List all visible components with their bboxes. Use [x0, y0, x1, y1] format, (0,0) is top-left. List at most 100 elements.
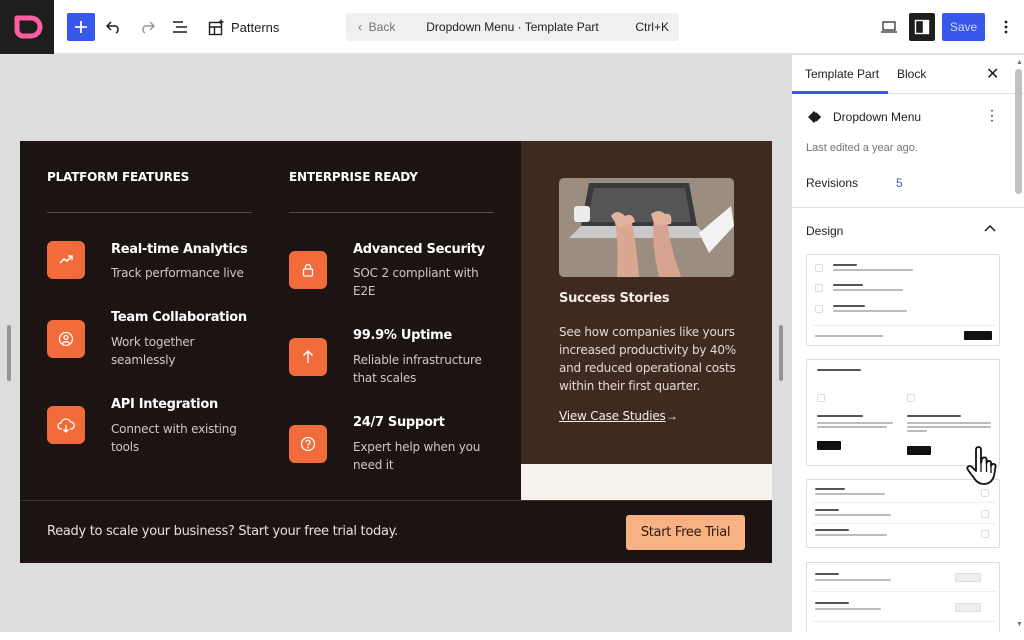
revisions-label[interactable]: Revisions — [806, 176, 858, 190]
feature-title[interactable]: Real-time Analytics — [111, 242, 248, 257]
feature-title[interactable]: API Integration — [111, 397, 218, 412]
pattern-preview-4[interactable] — [806, 562, 1000, 632]
column-divider — [289, 212, 494, 213]
panel-divider — [792, 207, 1024, 208]
pattern-button — [817, 441, 841, 450]
template-part-icon — [808, 111, 822, 123]
patterns-button[interactable]: Patterns — [208, 13, 280, 41]
pattern-preview-1[interactable] — [806, 254, 1000, 346]
feature-title[interactable]: Team Collaboration — [111, 310, 247, 325]
pattern-line — [907, 430, 927, 432]
tab-template-part[interactable]: Template Part — [805, 67, 879, 81]
document-title: Dropdown Menu · Template Part — [426, 20, 599, 34]
active-tab-indicator — [792, 91, 888, 94]
revisions-count[interactable]: 5 — [896, 176, 903, 190]
command-center[interactable]: ‹ Back Dropdown Menu · Template Part Ctr… — [346, 13, 679, 41]
feature-title[interactable]: Advanced Security — [353, 242, 485, 257]
pattern-line — [815, 488, 845, 490]
feature-desc: Connect with existing tools — [111, 422, 237, 454]
pattern-divider — [813, 325, 995, 326]
site-logo[interactable] — [0, 0, 54, 54]
settings-toggle-button[interactable] — [909, 13, 935, 41]
scroll-up-icon[interactable]: ▲ — [1016, 59, 1023, 66]
pattern-button — [964, 331, 992, 340]
pattern-line — [815, 534, 887, 536]
pattern-line — [833, 289, 903, 291]
editor-toolbar: Patterns ‹ Back Dropdown Menu · Template… — [0, 0, 1024, 54]
laptop-photo — [559, 178, 734, 277]
trend-up-icon — [47, 241, 85, 279]
start-free-trial-button[interactable]: Start Free Trial — [626, 515, 745, 550]
save-button[interactable]: Save — [942, 13, 985, 41]
pattern-icon — [817, 394, 825, 402]
undo-icon — [106, 21, 119, 34]
cloud-icon — [47, 406, 85, 444]
pattern-divider — [813, 621, 995, 622]
cream-spacer — [521, 464, 772, 500]
view-case-studies-link[interactable]: View Case Studies — [559, 409, 666, 423]
pattern-button — [955, 573, 981, 582]
pattern-line — [833, 269, 913, 271]
pattern-button — [955, 603, 981, 612]
resize-handle-left[interactable] — [7, 325, 11, 381]
site-logo-icon — [14, 15, 43, 39]
options-menu-button[interactable] — [996, 13, 1016, 41]
arrow-right-icon: → — [666, 409, 678, 423]
pattern-line — [815, 509, 839, 511]
feature-title[interactable]: 24/7 Support — [353, 415, 445, 430]
pattern-divider — [813, 591, 995, 592]
pattern-line — [817, 426, 887, 428]
pattern-divider — [813, 523, 995, 524]
resize-handle-right[interactable] — [779, 325, 783, 381]
design-panel-title[interactable]: Design — [806, 224, 843, 238]
tab-block[interactable]: Block — [897, 67, 926, 81]
more-vertical-icon — [1004, 20, 1008, 34]
dropdown-menu-template[interactable]: PLATFORM FEATURES Real-time Analytics Tr… — [20, 141, 772, 563]
add-block-button[interactable] — [67, 13, 95, 41]
plus-icon — [75, 21, 87, 33]
settings-sidebar: Template Part Block ✕ Dropdown Menu ⋮ La… — [791, 55, 1024, 632]
block-name: Dropdown Menu — [833, 110, 922, 124]
hand-cursor-icon — [966, 446, 997, 485]
cta-footer: Ready to scale your business? Start your… — [20, 500, 772, 563]
pattern-line — [817, 422, 893, 424]
more-vertical-icon[interactable]: ⋮ — [985, 107, 999, 124]
column-divider — [47, 212, 252, 213]
arrow-up-icon — [289, 338, 327, 376]
feature-desc: SOC 2 compliant with E2E — [353, 266, 479, 298]
pattern-line — [815, 602, 849, 604]
scroll-down-icon[interactable]: ▼ — [1016, 621, 1023, 628]
feature-desc: Expert help when you need it — [353, 440, 481, 472]
pattern-line — [833, 305, 865, 307]
preview-button[interactable] — [878, 13, 900, 41]
close-icon[interactable]: ✕ — [986, 64, 999, 84]
column-heading-platform: PLATFORM FEATURES — [47, 170, 190, 184]
redo-icon — [142, 21, 155, 34]
pattern-icon — [981, 510, 989, 518]
pattern-line — [815, 529, 849, 531]
lock-icon — [289, 251, 327, 289]
pattern-line — [815, 579, 891, 581]
feature-desc: Track performance live — [111, 266, 244, 280]
success-stories-panel: Success Stories See how companies like y… — [521, 141, 772, 464]
pattern-line — [815, 335, 883, 337]
block-card: Dropdown Menu — [807, 110, 921, 124]
undo-button[interactable] — [104, 13, 124, 41]
feature-title[interactable]: 99.9% Uptime — [353, 328, 452, 343]
pattern-icon — [907, 394, 915, 402]
stories-title: Success Stories — [559, 291, 670, 306]
document-overview-button[interactable] — [170, 13, 190, 41]
column-heading-enterprise: ENTERPRISE READY — [289, 170, 418, 184]
pattern-line — [833, 284, 863, 286]
sidebar-scrollbar[interactable] — [1015, 69, 1022, 194]
redo-button[interactable] — [137, 13, 157, 41]
pattern-line — [817, 415, 863, 417]
pattern-line — [815, 493, 885, 495]
pattern-preview-3[interactable] — [806, 479, 1000, 548]
sidebar-icon — [914, 19, 930, 35]
editor-canvas[interactable]: PLATFORM FEATURES Real-time Analytics Tr… — [0, 55, 791, 632]
pattern-icon — [981, 530, 989, 538]
chevron-up-icon[interactable] — [984, 221, 996, 235]
pattern-line — [833, 264, 857, 266]
pattern-line — [817, 369, 861, 371]
